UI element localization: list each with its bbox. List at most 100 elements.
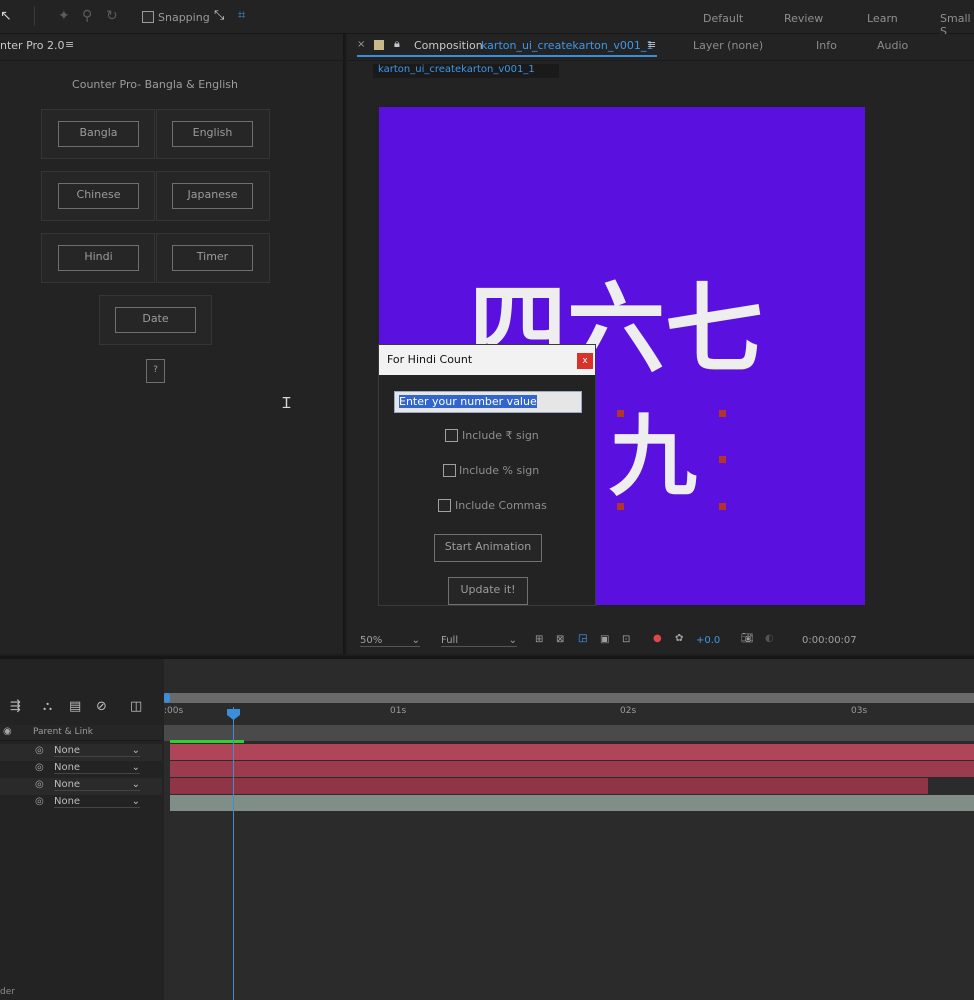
text-cursor-icon: Ｉ <box>279 394 295 412</box>
rupee-sign-label: Include ₹ sign <box>462 429 539 442</box>
comp-panel-divider <box>347 60 974 61</box>
parent-dropdown[interactable]: None ⌄ <box>54 745 140 757</box>
timer-button[interactable]: Timer <box>172 245 253 271</box>
layer-bar[interactable] <box>170 761 974 777</box>
pick-whip-icon[interactable]: ◎ <box>35 779 44 790</box>
composition-tab-label[interactable]: Composition <box>414 39 483 52</box>
mask-visibility-icon[interactable]: ◲ <box>578 633 587 644</box>
layer-bar[interactable] <box>170 778 928 794</box>
help-button[interactable]: ? <box>146 359 165 383</box>
percent-sign-checkbox[interactable] <box>443 464 456 477</box>
transform-handle[interactable] <box>617 410 624 417</box>
hindi-count-dialog: For Hindi Count x Enter your number valu… <box>378 344 596 606</box>
table-row[interactable]: ◎ None ⌄ <box>0 795 162 812</box>
grid-options-icon[interactable]: ⊡ <box>622 634 630 645</box>
shy-layers-icon[interactable]: ⇶ <box>10 699 21 714</box>
number-value-input[interactable]: Enter your number value <box>394 391 582 413</box>
panel-tab-title[interactable]: nter Pro 2.0 <box>0 39 65 52</box>
frame-blending-icon[interactable]: ⛬ <box>43 699 52 714</box>
bangla-button[interactable]: Bangla <box>58 121 139 147</box>
color-management-icon[interactable]: ✿ <box>675 633 683 644</box>
parent-dropdown[interactable]: None ⌄ <box>54 796 140 808</box>
chevron-down-icon: ⌄ <box>411 635 420 646</box>
parent-dropdown[interactable]: None ⌄ <box>54 779 140 791</box>
spiral-icon: ◉ <box>3 726 12 737</box>
workspace-default[interactable]: Default <box>703 12 743 25</box>
chinese-button[interactable]: Chinese <box>58 183 139 209</box>
current-timecode[interactable]: 0:00:00:07 <box>802 635 857 646</box>
pick-whip-icon[interactable]: ◎ <box>35 796 44 807</box>
parent-value: None <box>54 745 81 756</box>
timeline-column-header: ◉ Parent & Link <box>0 725 162 741</box>
english-button[interactable]: English <box>172 121 253 147</box>
exposure-value[interactable]: +0.0 <box>696 635 720 646</box>
layer-tab[interactable]: Layer (none) <box>693 39 763 52</box>
table-row[interactable]: ◎ None ⌄ <box>0 744 162 761</box>
table-row[interactable]: ◎ None ⌄ <box>0 761 162 778</box>
pin-tool-icon[interactable]: ✦ <box>58 8 70 24</box>
date-button[interactable]: Date <box>115 307 196 333</box>
rupee-sign-checkbox[interactable] <box>445 429 458 442</box>
start-animation-button[interactable]: Start Animation <box>434 534 542 562</box>
work-area-bar[interactable] <box>164 693 974 703</box>
table-row[interactable]: ◎ None ⌄ <box>0 778 162 795</box>
info-tab[interactable]: Info <box>816 39 837 52</box>
parent-link-header: Parent & Link <box>33 727 93 737</box>
parent-dropdown[interactable]: None ⌄ <box>54 762 140 774</box>
composition-tab-name[interactable]: karton_ui_createkarton_v001_1 <box>481 39 653 52</box>
snapshot-camera-icon[interactable]: 📷︎ <box>741 633 754 644</box>
workspace-review[interactable]: Review <box>784 12 823 25</box>
draft-3d-icon[interactable]: ◫ <box>130 699 142 714</box>
rotate-tool-icon[interactable]: ↻ <box>106 8 118 24</box>
commas-checkbox[interactable] <box>438 499 451 512</box>
chevron-down-icon: ⌄ <box>131 762 140 773</box>
timeline-tracks[interactable]: :00s 01s 02s 03s <box>164 659 974 1000</box>
dialog-title-bar[interactable]: For Hindi Count <box>379 345 595 375</box>
time-ruler[interactable]: :00s 01s 02s 03s <box>164 703 974 723</box>
hindi-button[interactable]: Hindi <box>58 245 139 271</box>
panel-menu-icon[interactable]: ≡ <box>65 38 74 51</box>
channel-icon[interactable]: ● <box>653 633 662 644</box>
update-button[interactable]: Update it! <box>448 577 528 605</box>
transparency-grid-icon[interactable]: ⊠ <box>556 634 564 645</box>
close-tab-icon[interactable]: × <box>357 39 365 50</box>
transform-handle[interactable] <box>617 503 624 510</box>
ruler-label: 02s <box>620 706 637 716</box>
region-of-interest-icon[interactable]: ⊞ <box>535 634 543 645</box>
snap-options-icon[interactable]: ⤡ <box>214 8 224 23</box>
dialog-title: For Hindi Count <box>387 353 473 366</box>
zoom-value: 50% <box>360 635 383 646</box>
snap-target-icon[interactable]: ⌗ <box>238 8 245 23</box>
comp-menu-icon[interactable]: ≡ <box>647 38 656 51</box>
resolution-dropdown[interactable]: Full ⌄ <box>441 635 517 647</box>
workspace-learn[interactable]: Learn <box>867 12 898 25</box>
dialog-close-button[interactable]: x <box>577 353 593 369</box>
person-tool-icon[interactable]: ⚲ <box>82 8 92 24</box>
work-area-start-handle[interactable] <box>164 693 170 703</box>
guides-icon[interactable]: ▣ <box>600 634 609 645</box>
layer-bar[interactable] <box>170 795 974 811</box>
layer-bar[interactable] <box>170 744 974 760</box>
toolbar-divider <box>34 6 35 26</box>
bottom-status-text: der <box>0 987 15 997</box>
japanese-button[interactable]: Japanese <box>172 183 253 209</box>
transform-handle[interactable] <box>719 410 726 417</box>
ruler-label: 03s <box>851 706 868 716</box>
chevron-down-icon: ⌄ <box>131 779 140 790</box>
playhead-line <box>233 707 234 1000</box>
active-tab-underline <box>357 55 657 57</box>
show-snapshot-icon[interactable]: ◐ <box>765 633 774 644</box>
pick-whip-icon[interactable]: ◎ <box>35 745 44 756</box>
motion-blur-icon[interactable]: ▤ <box>69 699 81 714</box>
graph-editor-icon[interactable]: ⊘ <box>96 699 107 714</box>
pick-whip-icon[interactable]: ◎ <box>35 762 44 773</box>
lock-icon[interactable]: 🔒︎ <box>394 37 400 51</box>
snapping-checkbox[interactable] <box>142 11 154 23</box>
viewer-footer: 50% ⌄ Full ⌄ ⊞ ⊠ ◲ ▣ ⊡ ● ✿ +0.0 📷︎ ◐ 0:00:… <box>347 630 974 654</box>
transform-handle[interactable] <box>719 503 726 510</box>
tool-icon[interactable]: ↖ <box>0 8 12 24</box>
audio-tab[interactable]: Audio <box>877 39 908 52</box>
transform-handle[interactable] <box>719 456 726 463</box>
breadcrumb[interactable]: karton_ui_createkarton_v001_1 <box>373 64 559 78</box>
zoom-dropdown[interactable]: 50% ⌄ <box>360 635 420 647</box>
